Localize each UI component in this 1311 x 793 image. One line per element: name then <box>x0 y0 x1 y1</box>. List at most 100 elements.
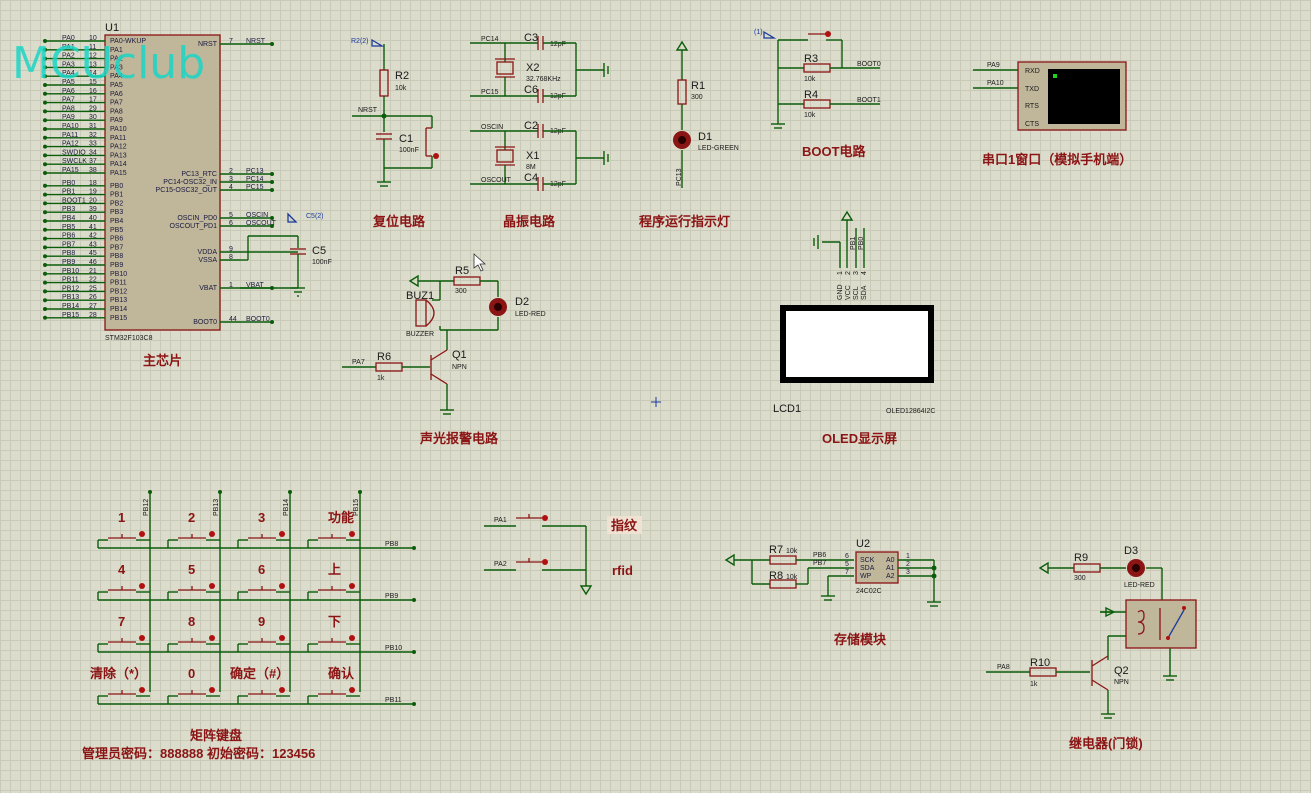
oled-module[interactable]: PB1 PB0 GND VCC SCL SDA 1 2 3 4 LCD1 OLE… <box>773 210 935 446</box>
pin-cts: CTS <box>1025 121 1039 128</box>
mcu-pin-net: PB4 <box>62 215 75 222</box>
schematic-canvas[interactable]: U1 STM32F103C8 主芯片 PA0 10 PA0-WKUP PA1 11 PA1… <box>0 0 1311 793</box>
keypad-key[interactable]: 5 <box>167 562 220 600</box>
input-buttons[interactable]: PA1 PA2 指纹 rfid <box>484 514 642 596</box>
pin-end-dot <box>270 188 274 192</box>
net-pa8: PA8 <box>997 664 1010 671</box>
r3-value: 10k <box>804 76 816 83</box>
x2-crystal[interactable] <box>496 61 514 75</box>
mcu-part: STM32F103C8 <box>105 335 153 342</box>
r7-resistor[interactable] <box>769 555 797 565</box>
oled-pin-gnd: GND <box>837 284 844 300</box>
mcu-pin-net: PA10 <box>62 123 79 130</box>
pin-end-dot <box>43 210 47 215</box>
d2-ref: D2 <box>515 296 529 308</box>
keypad-key-label: 3 <box>258 510 265 525</box>
mcu-pin-name: VSSA <box>198 257 217 264</box>
mouse-pointer-icon <box>473 253 487 272</box>
oled-ref: LCD1 <box>773 403 801 415</box>
net-pa1: PA1 <box>494 517 507 524</box>
mcu-pin-net: PB9 <box>62 259 75 266</box>
relay-circuit[interactable]: R9 300 D3 LED-RED PA8 R10 1k Q2 NPN 继电器(… <box>986 545 1197 751</box>
mcu-pin-number: 33 <box>89 141 97 148</box>
mcu-pin-name: PB11 <box>110 280 127 287</box>
probe-icon[interactable] <box>371 38 385 47</box>
keypad-key[interactable]: 8 <box>167 614 220 652</box>
mcu-pin-name: PB4 <box>110 218 123 225</box>
mcu-pin-name: PB13 <box>110 297 127 304</box>
r5-value: 300 <box>455 288 467 295</box>
keypad-key[interactable]: 确认 <box>307 666 360 704</box>
keypad-key[interactable]: 9 <box>237 614 290 652</box>
run-led-circuit[interactable]: R1 300 D1 LED-GREEN PC13 程序运行指示灯 <box>639 40 739 229</box>
mcu-pin-number: 44 <box>229 316 237 323</box>
keypad-matrix[interactable]: PB12 PB13 PB14 PB15 PB8 PB9 PB10 PB11 1 2 3 功能 4 5 6 上 7… <box>90 490 416 706</box>
keypad-key[interactable]: 上 <box>307 562 360 600</box>
mcu-pin-net: PA8 <box>62 105 75 112</box>
r2-value: 10k <box>395 85 407 92</box>
keypad-key[interactable]: 6 <box>237 562 290 600</box>
mcu-pin-name: VBAT <box>199 285 217 292</box>
r10-ref: R10 <box>1030 657 1050 669</box>
keypad-key[interactable]: 清除（*） <box>90 666 150 704</box>
keypad-column-net: PB14 <box>283 499 290 516</box>
r2-resistor[interactable] <box>379 69 389 97</box>
mcu-pin-net: PB13 <box>62 294 79 301</box>
storage-circuit[interactable]: R7 10k R8 10k PB6 PB7 U2 24C02C SCK SDA … <box>724 538 941 647</box>
terminal-screen[interactable] <box>1048 69 1120 124</box>
mcu-pin-number: 17 <box>89 97 97 104</box>
crystal-circuit[interactable]: PC14 C3 12pF X2 32.768KHz PC15 C6 12pF O… <box>470 32 609 229</box>
reset-circuit[interactable]: R2(2) R2 10k NRST C1 100nF 复位电路 <box>351 38 439 229</box>
probe-icon[interactable] <box>763 30 777 39</box>
mcu-pin-number: 19 <box>89 189 97 196</box>
c1-value: 100nF <box>399 147 419 154</box>
mcu-pin-number: 7 <box>229 38 233 45</box>
pin-end-dot <box>43 263 47 267</box>
q2-value: NPN <box>1114 679 1129 686</box>
buzzer[interactable] <box>415 299 427 327</box>
r6-resistor[interactable] <box>375 362 403 372</box>
x1-crystal[interactable] <box>496 149 514 163</box>
r4-value: 10k <box>804 112 816 119</box>
key-indicator <box>349 635 355 641</box>
keypad-key[interactable]: 确定（#） <box>230 666 290 704</box>
alarm-circuit[interactable]: R5 300 D2 LED-RED BUZ1 BUZZER PA7 R6 1k … <box>342 265 546 446</box>
c2-ref: C2 <box>524 120 538 132</box>
net-boot1: BOOT1 <box>857 97 881 104</box>
boot-circuit[interactable]: (1) R3 10k BOOT0 R4 10k BOOT1 BOOT电路 <box>754 29 881 159</box>
keypad-key-label: 8 <box>188 614 195 629</box>
probe-icon[interactable] <box>287 212 298 223</box>
power-arrow-icon <box>1038 561 1049 575</box>
oled-pin-num-2: 2 <box>845 271 852 275</box>
c5-probe: C5(2) <box>306 213 324 220</box>
mcu-pin-number: 39 <box>89 206 97 213</box>
oled-screen[interactable] <box>786 311 928 377</box>
d3-value: LED-RED <box>1124 582 1155 589</box>
net-pa10: PA10 <box>987 80 1004 87</box>
key-indicator <box>209 635 215 641</box>
r9-resistor[interactable] <box>1073 563 1101 573</box>
uart-label: 串口1窗口（模拟手机端） <box>982 152 1132 167</box>
mcu-pin-number: 27 <box>89 303 97 310</box>
keypad-key[interactable]: 0 <box>167 666 220 704</box>
mcu-pin-name: PB7 <box>110 244 123 251</box>
net-pc14: PC14 <box>481 36 499 43</box>
r10-resistor[interactable] <box>1029 667 1057 677</box>
keypad-key[interactable]: 功能 <box>307 510 360 548</box>
r5-resistor[interactable] <box>453 276 481 286</box>
uart-terminal[interactable]: PA9 PA10 RXD TXD RTS CTS 串口1窗口（模拟手机端） <box>973 61 1132 167</box>
r1-resistor[interactable] <box>677 79 687 105</box>
keypad-key[interactable]: 7 <box>97 614 150 652</box>
pin-end-dot <box>43 245 47 250</box>
r3-resistor[interactable] <box>803 63 831 73</box>
mcu-pin-number: 45 <box>89 250 97 257</box>
r4-resistor[interactable] <box>803 99 831 109</box>
c1-ref: C1 <box>399 133 413 145</box>
c5-value: 100nF <box>312 259 332 266</box>
keypad-key[interactable]: 下 <box>307 614 360 652</box>
net-boot0: BOOT0 <box>857 61 881 68</box>
keypad-key[interactable]: 4 <box>97 562 150 600</box>
mcu-pin-net: PB5 <box>62 224 75 231</box>
keypad-key-label: 4 <box>118 562 126 577</box>
pin-end-dot <box>43 280 47 285</box>
